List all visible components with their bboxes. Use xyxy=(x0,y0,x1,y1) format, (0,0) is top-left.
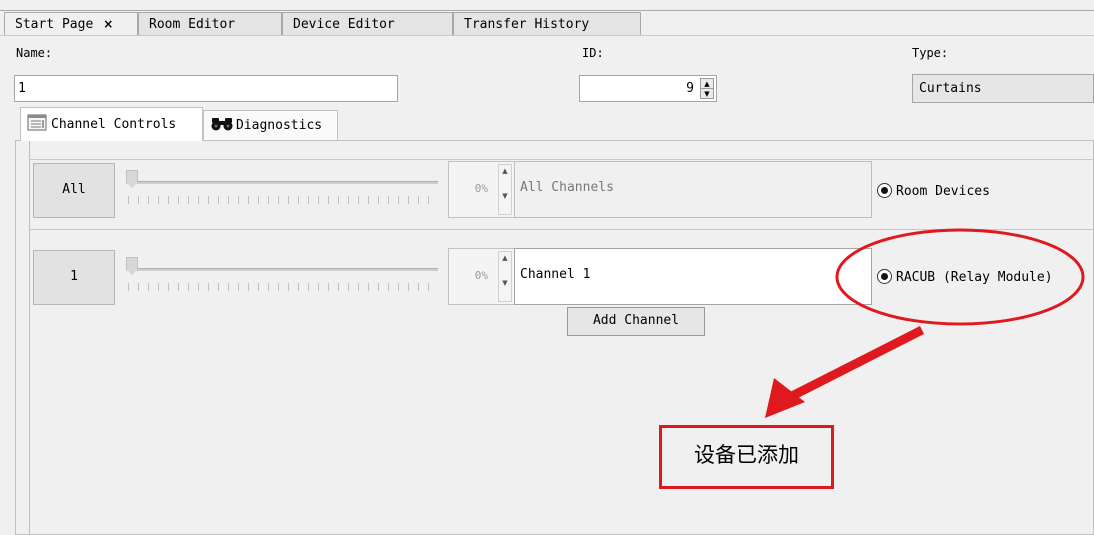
annotation-overlay xyxy=(765,228,1085,418)
channel-controls-icon xyxy=(27,114,47,131)
arrow-shaft xyxy=(789,325,925,401)
annotation-text: 设备已添加 xyxy=(694,443,799,467)
arrow-head-icon xyxy=(765,378,805,418)
annotation-callout: 设备已添加 xyxy=(659,425,834,489)
tab-channel-controls[interactable]: Channel Controls xyxy=(20,107,203,141)
tab-channel-controls-label: Channel Controls xyxy=(51,117,177,132)
highlight-ellipse xyxy=(835,228,1085,326)
